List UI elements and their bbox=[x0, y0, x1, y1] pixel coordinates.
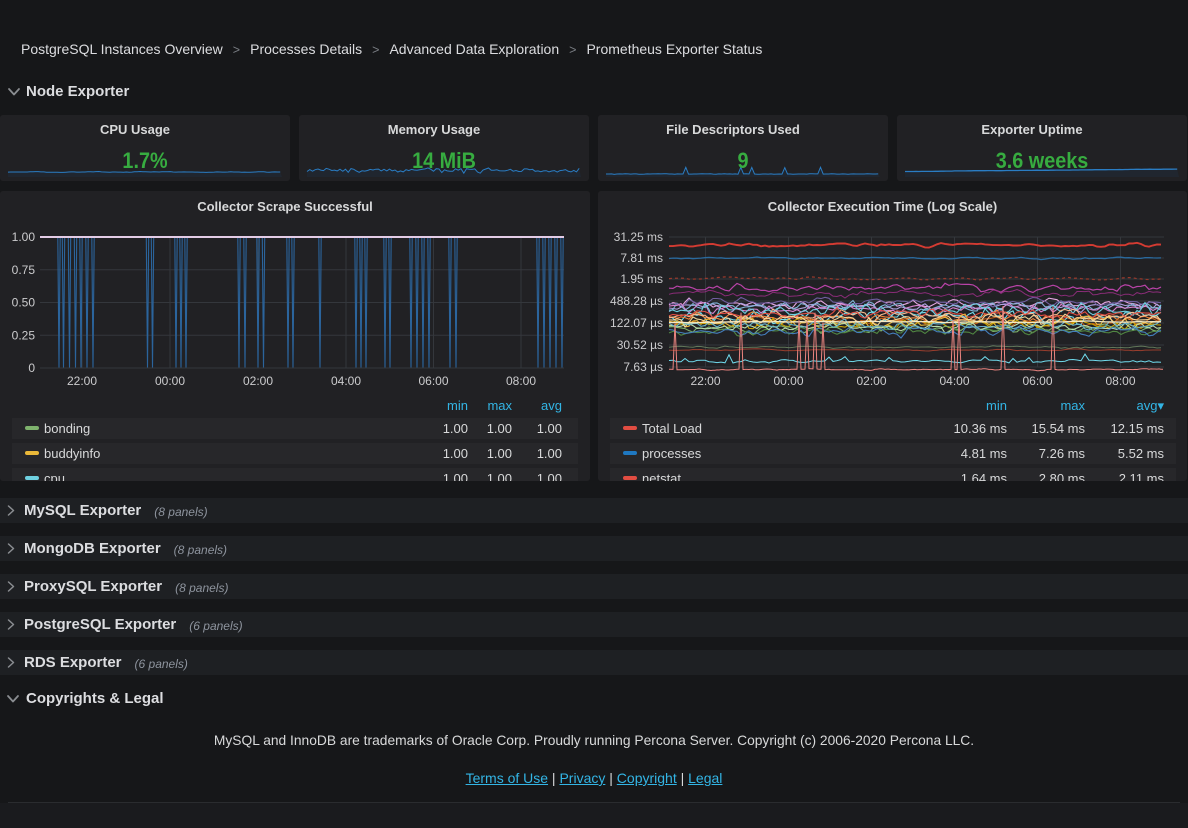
svg-text:0.75: 0.75 bbox=[12, 263, 36, 277]
svg-text:08:00: 08:00 bbox=[1105, 374, 1135, 388]
svg-text:08:00: 08:00 bbox=[506, 374, 536, 388]
svg-text:0.25: 0.25 bbox=[12, 328, 36, 342]
svg-text:1.95 ms: 1.95 ms bbox=[620, 272, 663, 286]
svg-text:30.52 µs: 30.52 µs bbox=[617, 338, 663, 352]
svg-text:22:00: 22:00 bbox=[67, 374, 97, 388]
svg-text:06:00: 06:00 bbox=[418, 374, 448, 388]
svg-text:22:00: 22:00 bbox=[690, 374, 720, 388]
svg-text:00:00: 00:00 bbox=[155, 374, 185, 388]
svg-text:1.00: 1.00 bbox=[12, 230, 36, 244]
svg-text:0.50: 0.50 bbox=[12, 296, 36, 310]
svg-text:00:00: 00:00 bbox=[773, 374, 803, 388]
svg-text:02:00: 02:00 bbox=[243, 374, 273, 388]
svg-text:122.07 µs: 122.07 µs bbox=[610, 316, 663, 330]
svg-text:31.25 ms: 31.25 ms bbox=[614, 230, 663, 244]
svg-text:02:00: 02:00 bbox=[856, 374, 886, 388]
svg-text:04:00: 04:00 bbox=[331, 374, 361, 388]
svg-text:7.81 ms: 7.81 ms bbox=[620, 251, 663, 265]
svg-text:7.63 µs: 7.63 µs bbox=[623, 360, 663, 374]
svg-text:488.28 µs: 488.28 µs bbox=[610, 294, 663, 308]
svg-text:06:00: 06:00 bbox=[1022, 374, 1052, 388]
svg-text:04:00: 04:00 bbox=[939, 374, 969, 388]
svg-text:0: 0 bbox=[28, 361, 35, 375]
